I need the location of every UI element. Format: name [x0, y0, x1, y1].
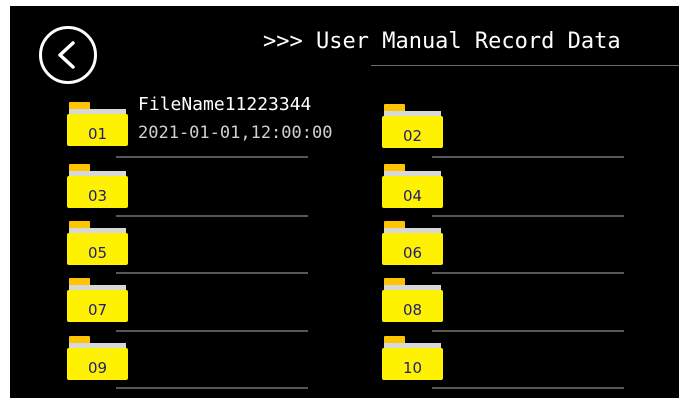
folder-label: 01 — [87, 125, 108, 143]
folder-04[interactable]: 04 — [382, 164, 443, 208]
folder-09[interactable]: 09 — [67, 336, 128, 380]
folder-10[interactable]: 10 — [382, 336, 443, 380]
folder-label: 03 — [87, 187, 108, 205]
folder-02[interactable]: 02 — [382, 104, 443, 148]
title-divider — [371, 65, 679, 66]
record-data-screen: >>> User Manual Record Data 01 03 05 07 … — [10, 6, 679, 398]
row-divider — [116, 387, 308, 389]
file-timestamp: 2021-01-01,12:00:00 — [138, 123, 333, 143]
row-divider — [116, 330, 308, 332]
page-title: >>> User Manual Record Data — [263, 29, 621, 54]
folder-label: 04 — [402, 187, 423, 205]
folder-label: 09 — [87, 359, 108, 377]
chevron-left-icon — [58, 41, 75, 69]
folder-label: 02 — [402, 127, 423, 145]
row-divider — [432, 272, 624, 274]
folder-08[interactable]: 08 — [382, 278, 443, 322]
folder-label: 06 — [402, 244, 423, 262]
row-divider — [116, 215, 308, 217]
row-divider — [432, 156, 624, 158]
folder-03[interactable]: 03 — [67, 164, 128, 208]
row-divider — [116, 272, 308, 274]
back-button[interactable] — [39, 26, 97, 84]
folder-label: 07 — [87, 301, 108, 319]
folder-label: 05 — [87, 244, 108, 262]
folder-06[interactable]: 06 — [382, 221, 443, 265]
row-divider — [116, 156, 308, 158]
file-name: FileName11223344 — [138, 94, 312, 115]
row-divider — [432, 215, 624, 217]
folder-label: 08 — [402, 301, 423, 319]
row-divider — [432, 387, 624, 389]
folder-07[interactable]: 07 — [67, 278, 128, 322]
folder-01[interactable]: 01 — [67, 102, 128, 146]
folder-05[interactable]: 05 — [67, 221, 128, 265]
row-divider — [432, 330, 624, 332]
folder-label: 10 — [402, 359, 423, 377]
